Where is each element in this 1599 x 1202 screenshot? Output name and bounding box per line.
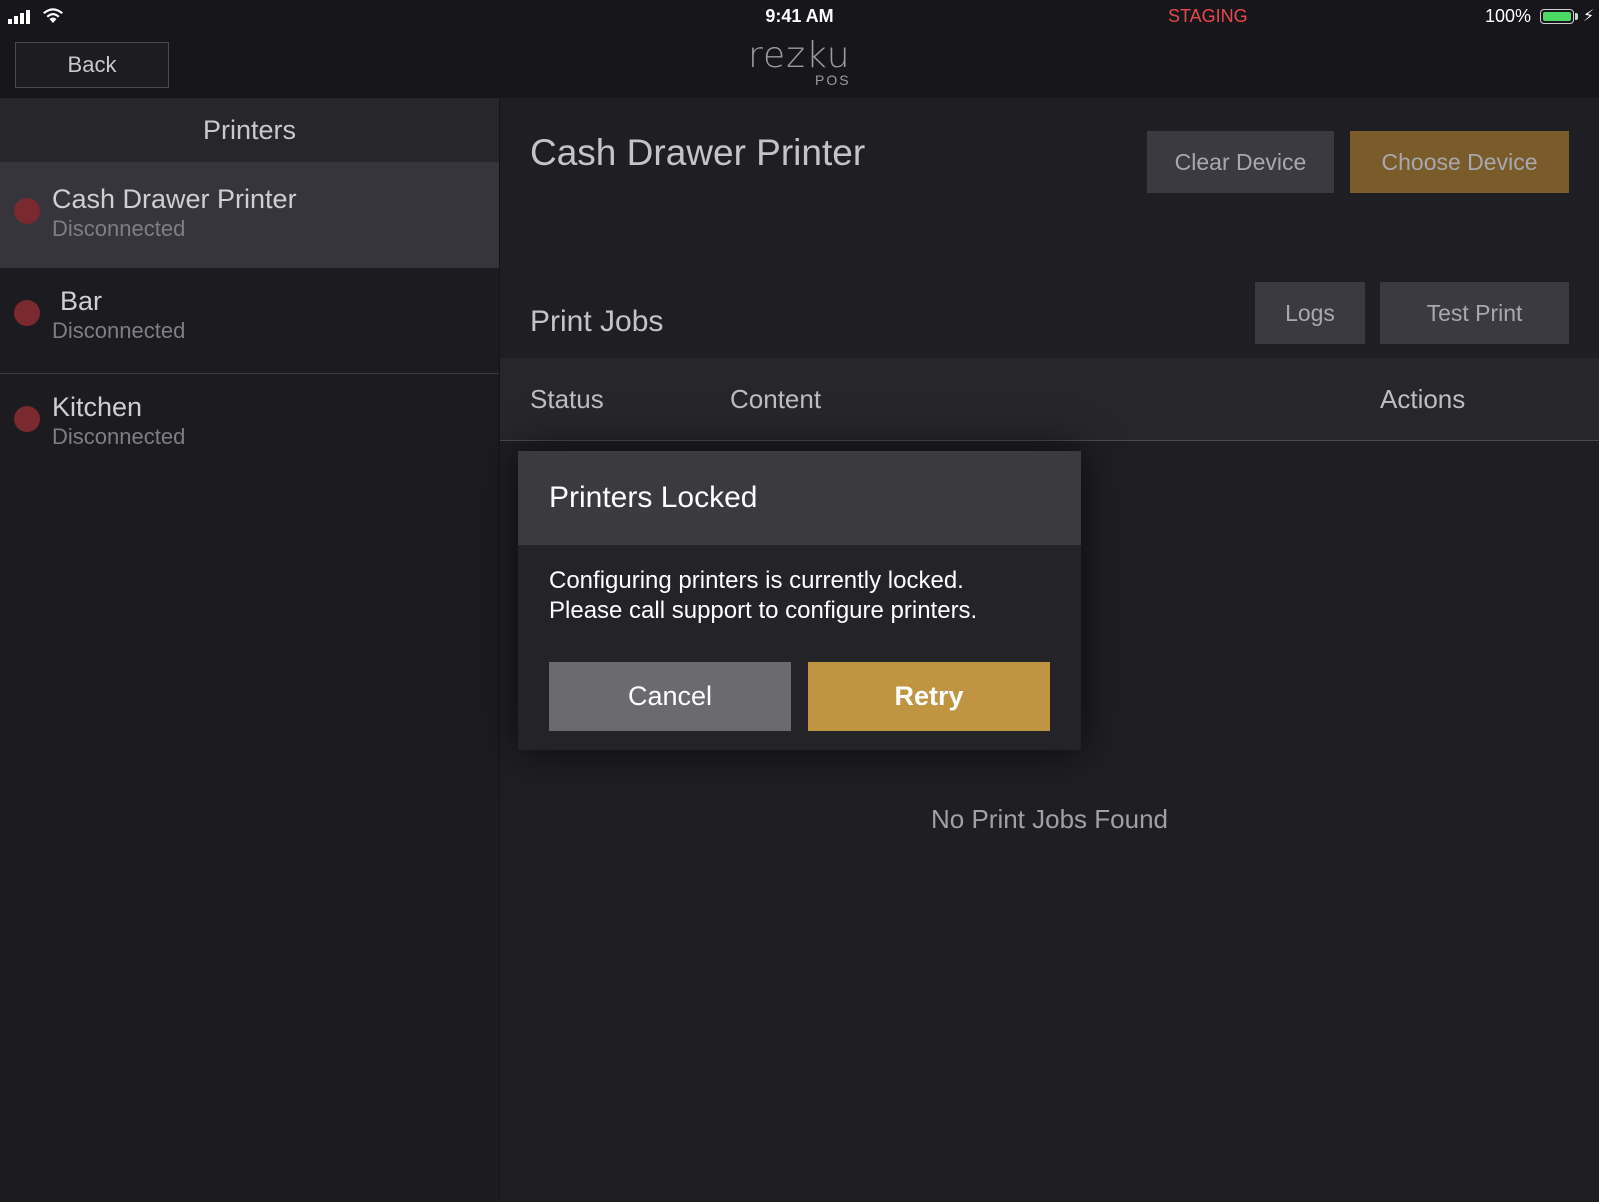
environment-label: STAGING xyxy=(1168,6,1248,26)
printers-sidebar: Printers Cash Drawer Printer Disconnecte… xyxy=(0,98,500,1202)
disconnected-status-icon xyxy=(14,198,40,224)
printer-status: Disconnected xyxy=(52,424,186,449)
column-header-status: Status xyxy=(530,384,604,414)
dialog-message: Configuring printers is currently locked… xyxy=(549,566,1059,626)
choose-device-button[interactable]: Choose Device xyxy=(1350,131,1569,193)
clock: 9:41 AM xyxy=(765,6,834,26)
back-button[interactable]: Back xyxy=(15,42,169,88)
rezku-logo: rezku POS xyxy=(748,35,851,89)
battery-icon xyxy=(1540,9,1574,24)
retry-button[interactable]: Retry xyxy=(808,662,1050,731)
printer-name: Kitchen xyxy=(52,392,143,422)
column-header-actions: Actions xyxy=(1380,384,1466,414)
battery-cap xyxy=(1575,13,1578,20)
printer-name: Bar xyxy=(60,286,103,316)
top-nav: Back rezku POS xyxy=(0,32,1599,98)
dialog-title: Printers Locked xyxy=(549,481,758,514)
logs-button[interactable]: Logs xyxy=(1255,282,1365,344)
printer-status: Disconnected xyxy=(52,318,186,343)
dialog-message-line-2: Please call support to configure printer… xyxy=(549,597,978,624)
empty-state-message: No Print Jobs Found xyxy=(930,804,1168,834)
clear-device-button[interactable]: Clear Device xyxy=(1147,131,1334,193)
dialog-message-line-1: Configuring printers is currently locked… xyxy=(549,567,964,594)
dialog-header: Printers Locked xyxy=(518,451,1081,545)
printer-item-kitchen[interactable]: Kitchen Disconnected xyxy=(0,374,499,480)
print-jobs-title: Print Jobs xyxy=(530,305,664,338)
charging-icon: ⚡︎ xyxy=(1583,8,1595,25)
printer-item-bar[interactable]: Bar Disconnected xyxy=(0,268,499,374)
printer-item-cash-drawer[interactable]: Cash Drawer Printer Disconnected xyxy=(0,162,499,268)
printers-locked-dialog: Printers Locked Configuring printers is … xyxy=(518,451,1081,750)
cancel-button[interactable]: Cancel xyxy=(549,662,791,731)
sidebar-title: Printers xyxy=(0,98,499,162)
test-print-button[interactable]: Test Print xyxy=(1380,282,1569,344)
column-header-content: Content xyxy=(730,384,822,414)
print-jobs-table-header: Status Content Actions xyxy=(500,358,1599,441)
printer-name: Cash Drawer Printer xyxy=(52,184,297,214)
disconnected-status-icon xyxy=(14,300,40,326)
status-bar: 9:41 AM STAGING 100% ⚡︎ xyxy=(0,0,1599,32)
printer-status: Disconnected xyxy=(52,216,186,241)
logo-text: rezku xyxy=(748,35,851,76)
disconnected-status-icon xyxy=(14,406,40,432)
device-title: Cash Drawer Printer xyxy=(530,132,866,173)
battery-percent: 100% xyxy=(1485,6,1532,26)
